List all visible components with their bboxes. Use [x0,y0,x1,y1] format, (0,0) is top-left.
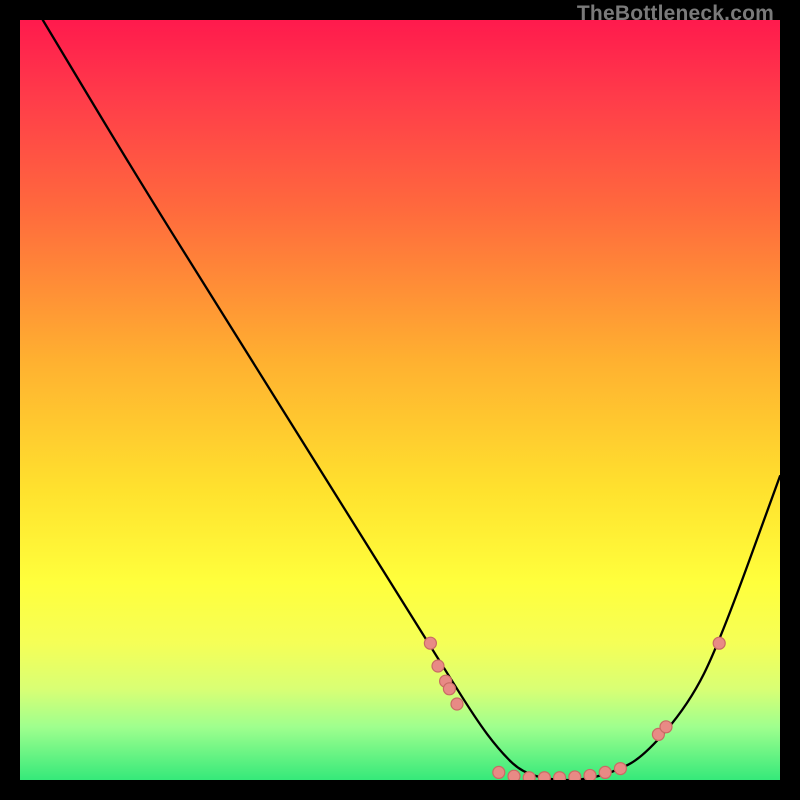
chart-background-gradient [20,20,780,780]
chart-area [20,20,780,780]
